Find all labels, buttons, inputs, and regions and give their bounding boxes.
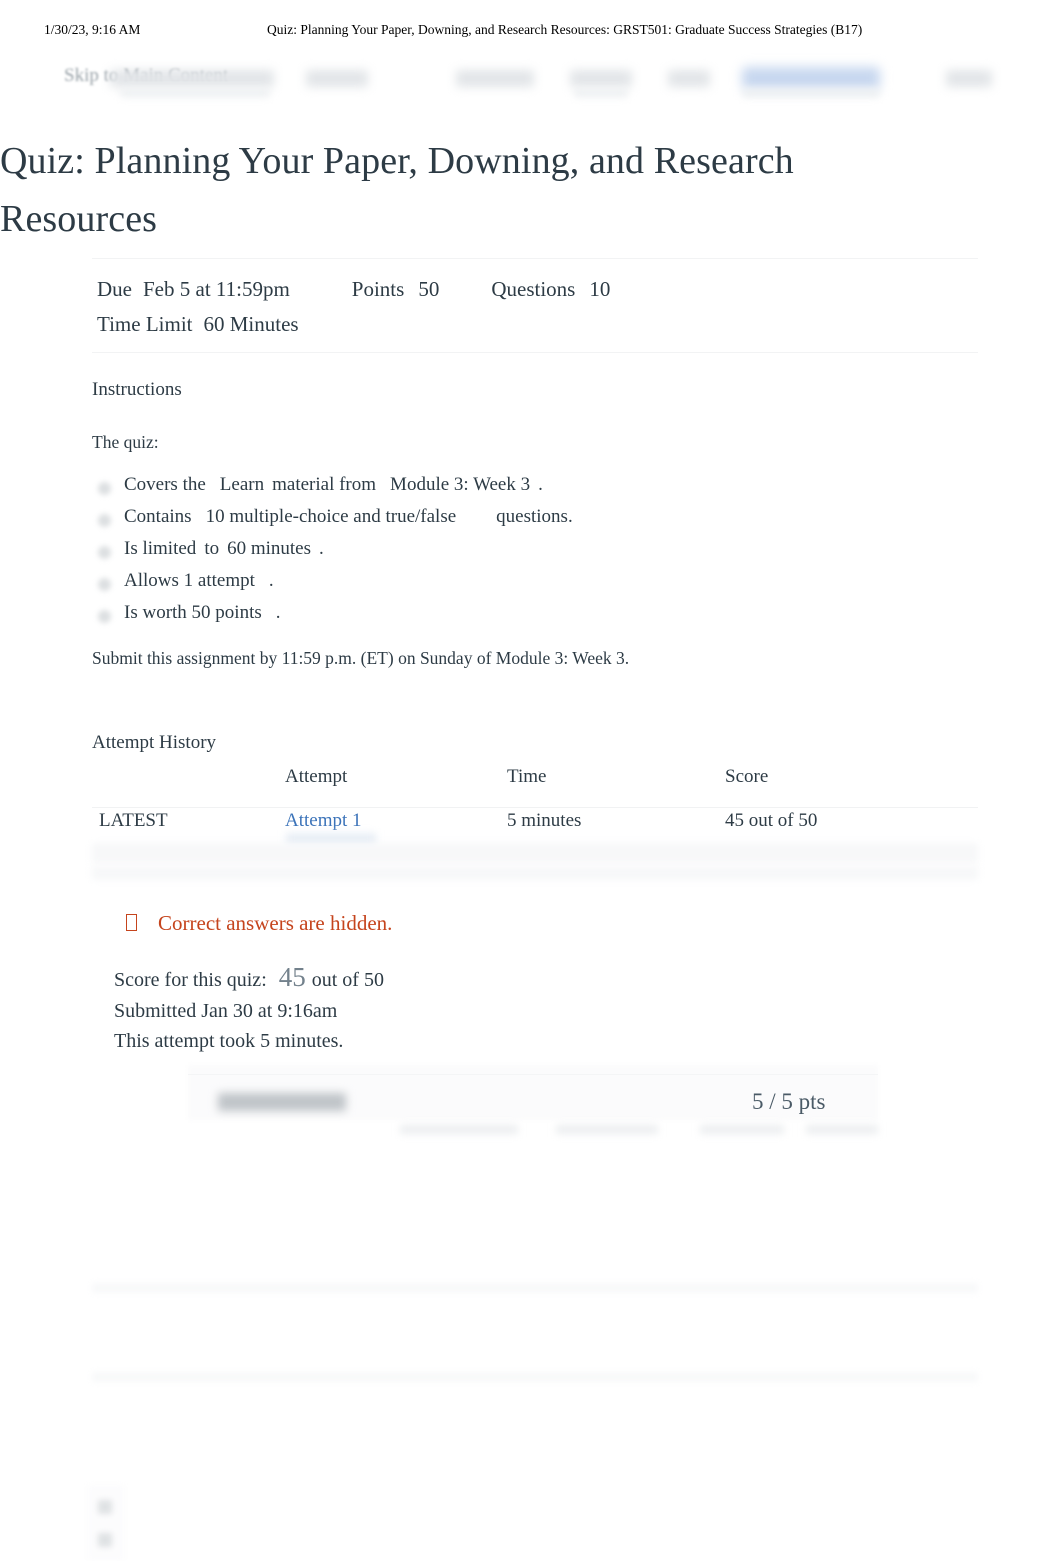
row-score-value: 45 out of 50 [725,810,818,831]
bullet-4-a: Is worth 50 points [124,602,262,623]
list-item: Is limited to 60 minutes. [92,538,872,570]
questions-label: Questions [491,277,576,301]
score-value: 45 [278,962,306,992]
footer-icon-2[interactable] [98,1533,112,1547]
print-document-title: Quiz: Planning Your Paper, Downing, and … [267,22,863,37]
bullet-icon [98,546,111,559]
bullet-0-c: material from [272,474,377,495]
list-item: Is worth 50 points. [92,602,872,634]
bullet-2-c: 60 minutes [227,538,312,559]
question-meta-1 [400,1125,518,1134]
content-divider-lower-1 [92,1283,978,1293]
bullet-0-e: . [538,474,543,495]
submitted-timestamp: Submitted Jan 30 at 9:16am [114,1000,338,1022]
content-divider-lower-2 [92,1372,978,1382]
time-limit-value: 60 Minutes [203,312,299,336]
quiz-meta-row-2: Time Limit 60 Minutes [97,307,610,342]
global-navigation: Skip to Main Content [0,58,1062,106]
bullet-0-b: Learn [219,474,265,495]
question-meta-2 [556,1125,658,1134]
list-item: Contains 10 multiple-choice and true/fals… [92,506,872,538]
attempt-1-link[interactable]: Attempt 1 [285,810,362,832]
list-item: Allows 1 attempt. [92,570,872,602]
question-points: 5 / 5 pts [752,1089,826,1114]
question-title [218,1093,346,1111]
table-header-divider [92,807,978,808]
bullet-2-d: . [319,538,324,559]
instructions-bullet-list: Covers the Learn material from Module 3: We… [92,474,872,634]
bullet-0-d: Module 3: Week 3 [390,474,531,495]
bullet-icon [98,578,111,591]
meta-divider-top [92,258,978,259]
bullet-2-a: Is limited [124,538,197,559]
quiz-score: Score for this quiz: 45 out of 50 [114,962,384,993]
questions-value: 10 [589,277,611,301]
instructions-intro: The quiz: [92,432,159,452]
score-label: Score for this quiz: [114,969,267,991]
row-time-value: 5 minutes [507,810,582,831]
bullet-1-c: questions. [496,506,573,527]
bullet-3-b: . [268,570,274,591]
bullet-icon [98,482,111,495]
bullet-3-a: Allows 1 attempt [124,570,255,591]
nav-item-1[interactable] [110,70,274,87]
page-title: Quiz: Planning Your Paper, Downing, and … [0,140,794,240]
submit-note: Submit this assignment by 11:59 p.m. (ET… [92,648,630,668]
eye-slash-icon [126,914,137,931]
points-label: Points [351,277,405,301]
time-limit-label: Time Limit [97,312,193,336]
question-meta-3 [700,1125,784,1134]
table-row-divider [92,843,978,863]
print-header: 1/30/23, 9:16 AM Quiz: Planning Your Pap… [0,22,1062,42]
row-latest-label: LATEST [99,810,168,831]
nav-item-2[interactable] [306,70,368,87]
bullet-icon [98,514,111,527]
bullet-2-b: to [204,538,220,559]
bullet-0-a: Covers the [124,474,206,495]
nav-primary-button[interactable] [742,67,880,89]
instructions-heading: Instructions [92,379,182,400]
col-header-score: Score [725,766,769,787]
bullet-icon [98,610,111,623]
print-timestamp: 1/30/23, 9:16 AM [44,22,141,37]
nav-item-4[interactable] [570,70,632,87]
points-value: 50 [418,277,440,301]
score-out-of: out of 50 [311,969,384,991]
attempt-duration: This attempt took 5 minutes. [114,1030,344,1052]
quiz-meta-row-1: Due Feb 5 at 11:59pm Points 50 Questions 10 [97,272,610,307]
table-header-row: Attempt Time Score [92,766,978,802]
nav-item-3[interactable] [456,70,534,87]
question-meta-4 [806,1125,878,1134]
bullet-4-b: . [275,602,281,623]
correct-answers-hidden-text: Correct answers are hidden. [158,911,393,935]
nav-item-1-sublabel [120,89,270,97]
attempt-history-heading: Attempt History [92,732,217,753]
attempt-history-table: Attempt Time Score LATEST Attempt 1 5 mi… [92,766,978,846]
col-header-attempt: Attempt [285,766,348,787]
footer-toolbar [88,1485,124,1561]
quiz-meta: Due Feb 5 at 11:59pm Points 50 Questions 10 T… [97,272,610,342]
due-value: Feb 5 at 11:59pm [143,277,290,301]
footer-icon-1[interactable] [98,1500,112,1514]
nav-primary-button-sublabel [742,89,880,97]
bullet-1-a: Contains [124,506,192,527]
table-footer-band [92,866,978,880]
col-header-time: Time [507,766,547,787]
meta-divider-bottom [92,352,978,353]
due-label: Due [97,277,132,301]
nav-item-6[interactable] [946,70,992,87]
bullet-1-b: 10 multiple-choice and true/false [205,506,457,527]
nav-item-4-sublabel [574,89,628,97]
nav-item-5[interactable] [668,70,710,87]
list-item: Covers the Learn material from Module 3: We… [92,474,872,506]
